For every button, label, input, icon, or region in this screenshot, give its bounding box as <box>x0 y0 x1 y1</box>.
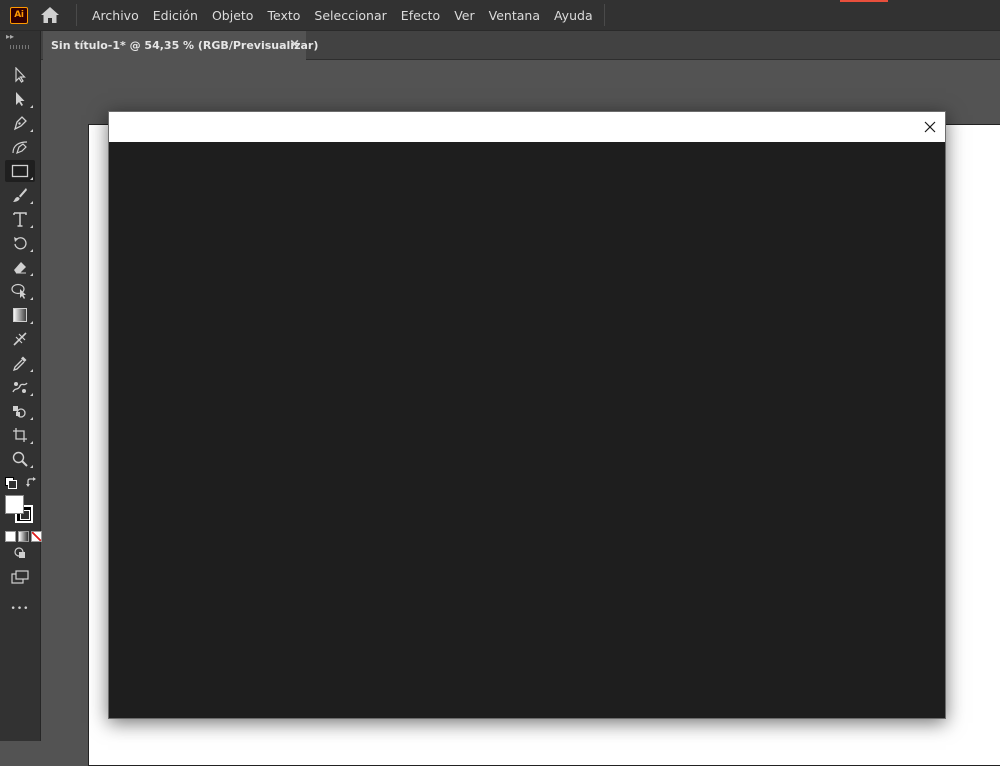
rectangle-tool-icon <box>11 164 29 178</box>
tools-panel: ▸▸ ••• <box>0 31 42 741</box>
swap-colors-icon[interactable] <box>25 475 39 489</box>
eyedropper-tool-icon <box>12 356 27 371</box>
zoom-tool[interactable] <box>5 448 35 470</box>
mesh-tool[interactable] <box>5 328 35 350</box>
home-icon <box>41 7 59 23</box>
window-indicator <box>840 0 888 2</box>
screen-mode[interactable] <box>5 567 35 587</box>
menu-separator <box>603 4 605 26</box>
pen-tool[interactable] <box>5 112 35 134</box>
blend-tool-icon <box>12 382 28 393</box>
blend-tool[interactable] <box>5 376 35 398</box>
menu-ver[interactable]: Ver <box>447 0 481 31</box>
collapse-panel-icon[interactable]: ▸▸ <box>6 33 14 41</box>
symbol-sprayer-tool-icon <box>13 406 26 418</box>
document-tab-title: Sin título-1* @ 54,35 % (RGB/Previsualiz… <box>51 39 319 52</box>
puppet-warp-tool[interactable] <box>5 280 35 302</box>
menu-bar: Ai Archivo Edición Objeto Texto Seleccio… <box>0 0 1000 31</box>
selection-tool[interactable] <box>5 64 35 86</box>
zoom-tool-icon <box>12 451 28 467</box>
draw-modes-icon <box>14 547 25 558</box>
curvature-tool-icon <box>12 141 28 155</box>
close-icon <box>924 121 936 133</box>
menu-texto[interactable]: Texto <box>260 0 307 31</box>
panel-grip[interactable] <box>10 45 30 49</box>
document-tab[interactable]: Sin título-1* @ 54,35 % (RGB/Previsualiz… <box>43 31 318 60</box>
close-window-button[interactable] <box>919 116 941 138</box>
close-tab-button[interactable]: × <box>289 37 300 53</box>
edit-toolbar-button[interactable]: ••• <box>5 600 35 618</box>
home-button[interactable] <box>38 3 62 27</box>
fill-stroke-swatches[interactable] <box>5 495 37 525</box>
drawing-modes[interactable] <box>5 544 35 562</box>
direct-selection-tool-icon <box>16 92 25 106</box>
logo-text: Ai <box>14 10 24 20</box>
overlay-window <box>108 111 946 719</box>
pen-tool-icon <box>13 116 27 131</box>
overlay-title-bar[interactable] <box>109 112 945 142</box>
rotate-tool[interactable] <box>5 232 35 254</box>
none-mode-button[interactable] <box>31 531 42 542</box>
menu-objeto[interactable]: Objeto <box>205 0 261 31</box>
symbol-sprayer-tool[interactable] <box>5 400 35 422</box>
menu-separator <box>76 4 77 26</box>
eraser-tool[interactable] <box>5 256 35 278</box>
illustrator-logo-icon: Ai <box>10 6 28 24</box>
default-colors-icon[interactable] <box>5 477 17 489</box>
gradient-tool-icon <box>13 308 27 322</box>
rectangle-tool[interactable] <box>5 160 35 182</box>
eraser-tool-icon <box>14 262 26 274</box>
menu-seleccionar[interactable]: Seleccionar <box>307 0 393 31</box>
menu-archivo[interactable]: Archivo <box>85 0 146 31</box>
paintbrush-tool[interactable] <box>5 184 35 206</box>
artboard-tool[interactable] <box>5 424 35 446</box>
main-menu: Archivo Edición Objeto Texto Seleccionar… <box>85 0 600 31</box>
artboard-tool-icon <box>13 428 27 442</box>
screen-mode-icon <box>11 570 29 584</box>
rotate-tool-icon <box>14 237 27 250</box>
gradient-mode-button[interactable] <box>18 531 29 542</box>
curvature-tool[interactable] <box>5 136 35 158</box>
paintbrush-tool-icon <box>13 188 27 202</box>
document-tab-bar: Sin título-1* @ 54,35 % (RGB/Previsualiz… <box>41 31 1000 60</box>
puppet-warp-tool-icon <box>11 283 26 299</box>
menu-ventana[interactable]: Ventana <box>482 0 547 31</box>
direct-selection-tool[interactable] <box>5 88 35 110</box>
menu-efecto[interactable]: Efecto <box>394 0 447 31</box>
color-mode-button[interactable] <box>5 531 16 542</box>
mesh-tool-icon <box>13 332 27 346</box>
menu-edicion[interactable]: Edición <box>146 0 205 31</box>
gradient-tool[interactable] <box>5 304 35 326</box>
color-mode-buttons <box>5 531 42 542</box>
type-tool-icon <box>13 212 27 227</box>
eyedropper-tool[interactable] <box>5 352 35 374</box>
fill-swatch[interactable] <box>5 495 24 514</box>
type-tool[interactable] <box>5 208 35 230</box>
menu-ayuda[interactable]: Ayuda <box>547 0 600 31</box>
selection-tool-icon <box>15 67 26 83</box>
